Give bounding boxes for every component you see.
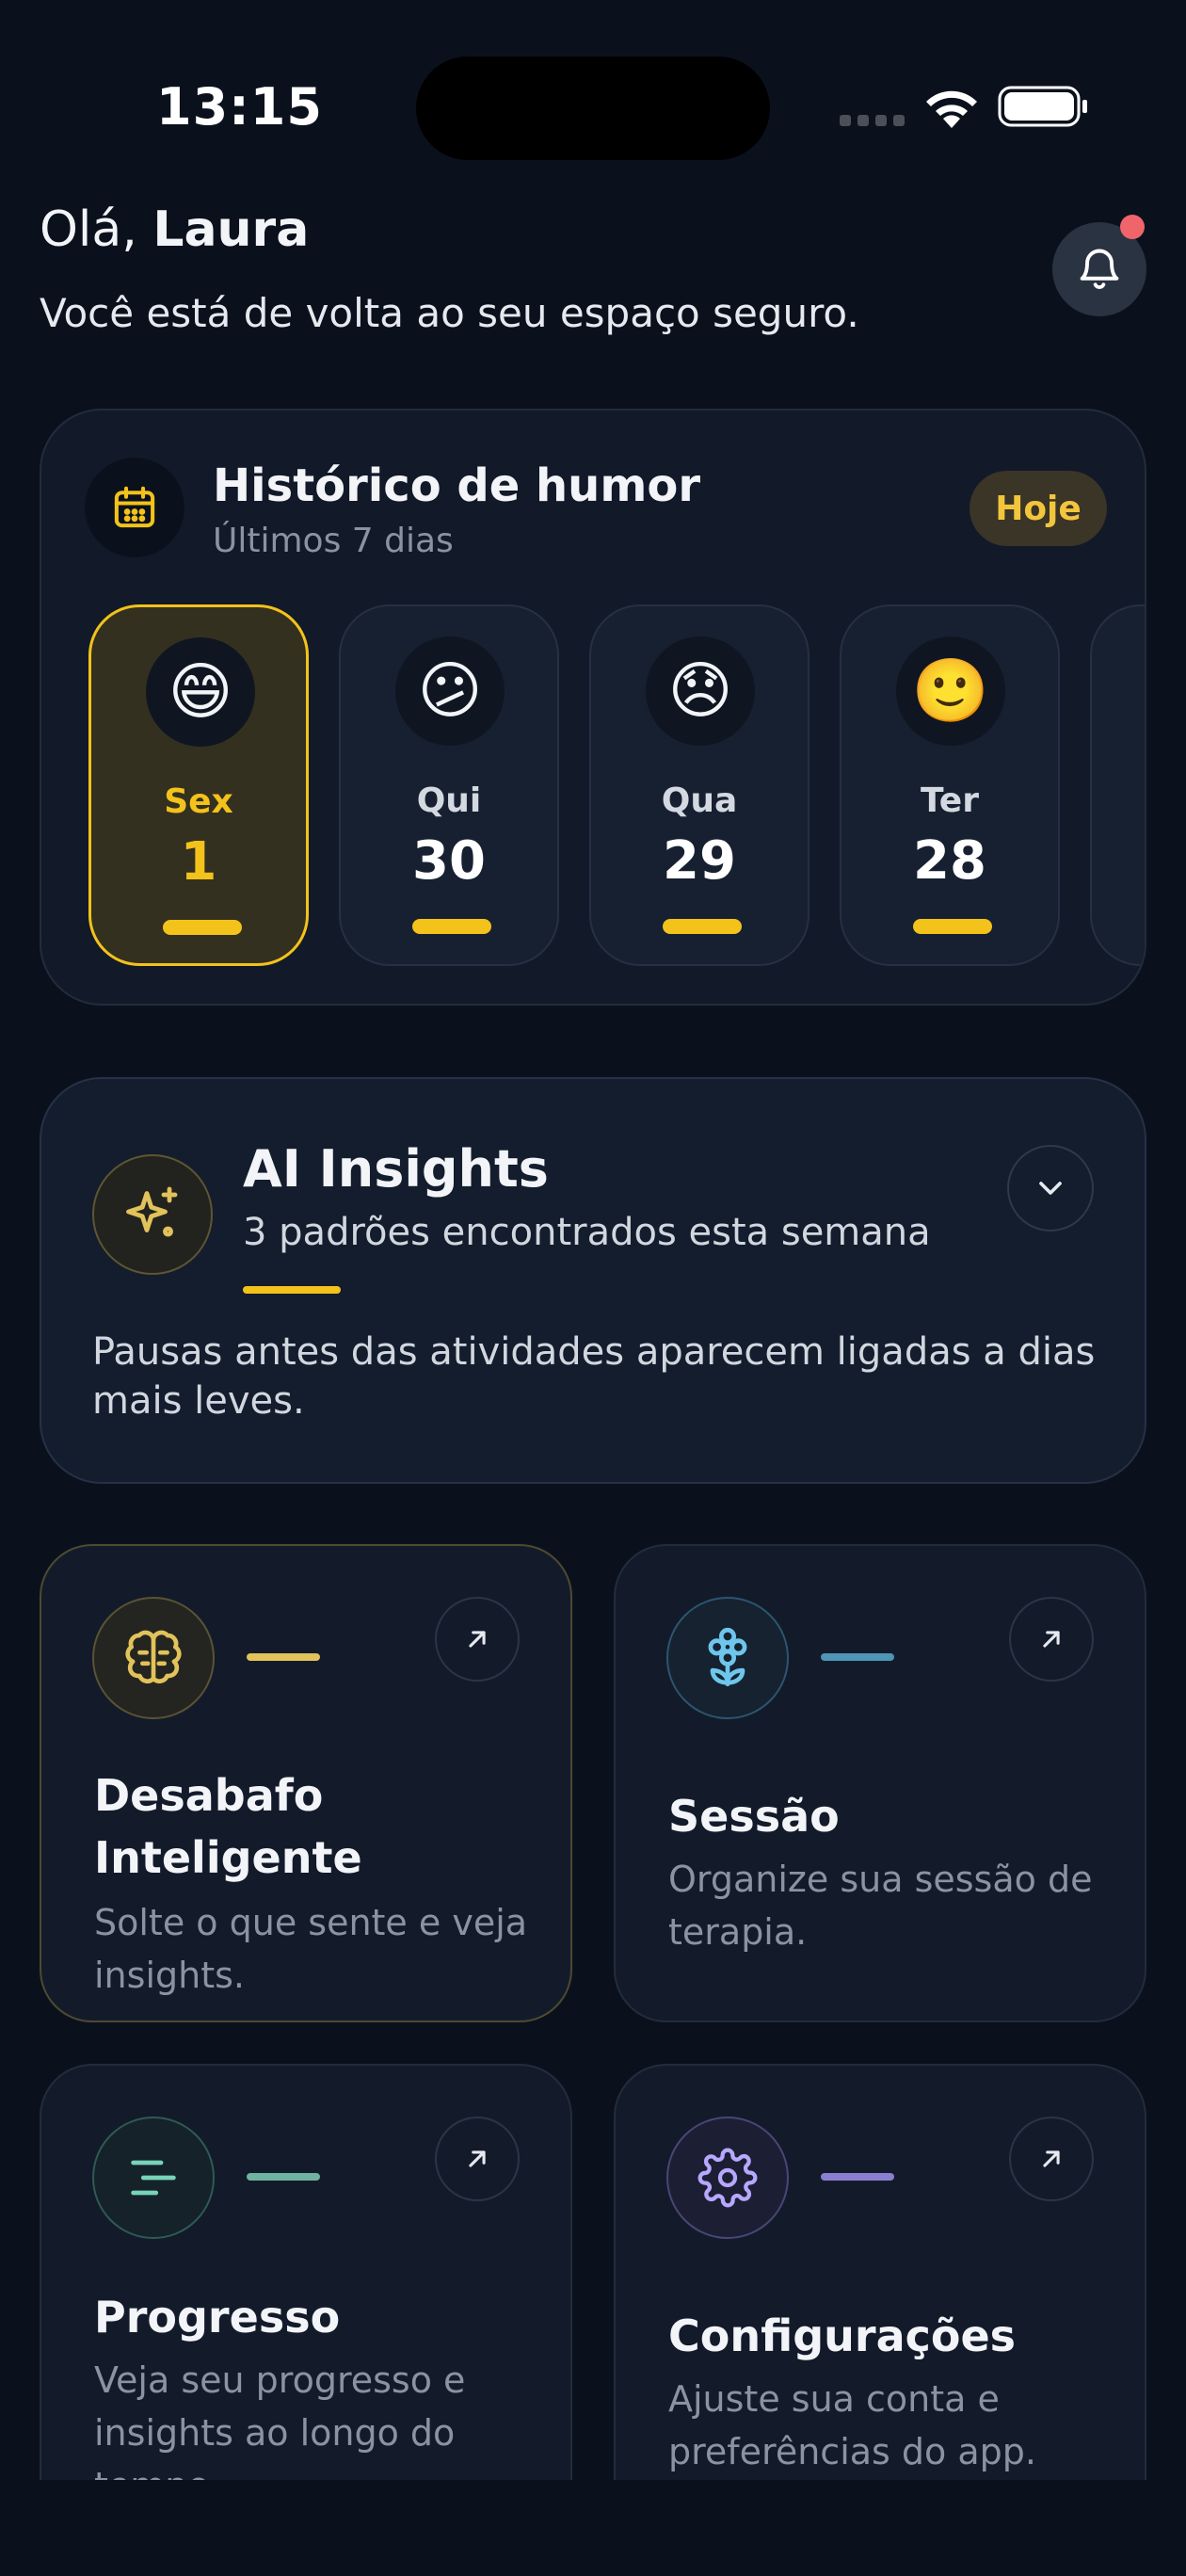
bell-icon xyxy=(1080,249,1119,289)
arrow-up-right-icon xyxy=(469,1631,486,1648)
open-tile-button[interactable] xyxy=(1009,1597,1094,1682)
tile-title: Configurações xyxy=(668,2310,1017,2361)
gear-icon-wrap xyxy=(666,2117,789,2239)
home-screen: 13:15 Olá, Laura Você está de volta ao s… xyxy=(0,0,1186,2576)
open-tile-button[interactable] xyxy=(435,1597,520,1682)
arrow-up-right-icon xyxy=(1043,1631,1060,1648)
status-time: 13:15 xyxy=(156,77,323,137)
brain-icon-wrap xyxy=(92,1597,215,1719)
calendar-icon xyxy=(114,486,155,528)
mood-emoji: 😕 xyxy=(395,636,505,746)
mood-day-card[interactable]: 🙂 Ter 28 xyxy=(840,604,1060,966)
mood-day-date: 1 xyxy=(180,831,217,893)
mood-day-card-partial[interactable] xyxy=(1090,604,1145,966)
mood-level-bar xyxy=(663,919,742,934)
greeting-subtitle: Você está de volta ao seu espaço seguro. xyxy=(40,290,859,336)
dynamic-island xyxy=(416,56,770,160)
ai-insights-card[interactable]: AI Insights 3 padrões encontrados esta s… xyxy=(40,1077,1146,1484)
accent-dash xyxy=(247,1653,320,1661)
flower-icon xyxy=(708,1627,747,1687)
tile-title: Desabafo Inteligente xyxy=(94,1770,362,1883)
greeting-hello: Olá, xyxy=(40,201,137,258)
mood-day-card[interactable]: 😞 Qua 29 xyxy=(589,604,809,966)
mood-day-name: Sex xyxy=(164,782,233,821)
open-tile-button[interactable] xyxy=(1009,2117,1094,2201)
feature-tile-desabafo[interactable]: Desabafo Inteligente Solte o que sente e… xyxy=(40,1544,572,2022)
greeting: Olá, Laura xyxy=(40,201,309,258)
ai-insights-title: AI Insights xyxy=(243,1139,549,1199)
brain-icon xyxy=(125,1630,182,1683)
mood-day-date: 29 xyxy=(663,830,736,892)
mood-emoji: 😞 xyxy=(646,636,755,746)
mood-day-name: Ter xyxy=(921,781,979,820)
progress-lines-icon xyxy=(131,2160,176,2196)
mood-level-bar xyxy=(913,919,992,934)
gear-icon xyxy=(697,2148,758,2208)
mood-level-bar xyxy=(412,919,491,934)
accent-dash xyxy=(821,2173,894,2181)
ai-insights-body: Pausas antes das atividades aparecem lig… xyxy=(92,1330,1096,1423)
mood-day-card[interactable]: 😄 Sex 1 xyxy=(88,604,309,966)
mood-day-name: Qui xyxy=(416,781,482,820)
ai-insights-subtitle: 3 padrões encontrados esta semana xyxy=(243,1211,931,1254)
sparkles-icon xyxy=(126,1186,178,1237)
sparkles-icon-wrap xyxy=(92,1154,213,1275)
mood-history-card: Histórico de humor Últimos 7 dias Hoje 😄… xyxy=(40,409,1146,1006)
mood-day-date: 30 xyxy=(412,830,486,892)
notification-badge xyxy=(1120,215,1145,239)
mood-emoji: 😄 xyxy=(146,637,255,747)
accent-dash xyxy=(247,2173,320,2181)
tile-description: Organize sua sessão de terapia. xyxy=(668,1859,1093,1953)
progress-lines-icon-wrap xyxy=(92,2117,215,2239)
tile-title: Progresso xyxy=(94,2292,341,2343)
expand-insights-button[interactable] xyxy=(1007,1145,1094,1232)
mood-day-date: 28 xyxy=(913,830,986,892)
arrow-up-right-icon xyxy=(1043,2150,1060,2167)
cellular-signal-icon xyxy=(840,115,905,126)
mood-level-bar xyxy=(163,920,242,935)
greeting-name: Laura xyxy=(152,201,310,258)
bottom-safe-area xyxy=(0,2480,1186,2576)
chevron-down-icon xyxy=(1039,1182,1062,1195)
arrow-up-right-icon xyxy=(469,2150,486,2167)
mood-history-title: Histórico de humor xyxy=(213,459,701,512)
mood-day-name: Qua xyxy=(661,781,738,820)
mood-history-subtitle: Últimos 7 dias xyxy=(213,522,454,560)
tile-description: Solte o que sente e veja insights. xyxy=(94,1902,528,1996)
wifi-icon xyxy=(926,90,977,128)
battery-icon xyxy=(998,86,1087,127)
mood-day-card[interactable]: 😕 Qui 30 xyxy=(339,604,559,966)
tile-title: Sessão xyxy=(668,1791,840,1842)
today-button[interactable]: Hoje xyxy=(970,471,1107,546)
open-tile-button[interactable] xyxy=(435,2117,520,2201)
flower-icon-wrap xyxy=(666,1597,789,1719)
mood-emoji: 🙂 xyxy=(896,636,1005,746)
tile-description: Ajuste sua conta e preferências do app. xyxy=(668,2378,1036,2472)
accent-dash xyxy=(821,1653,894,1661)
calendar-icon-wrap xyxy=(85,458,184,557)
ai-insights-underline xyxy=(243,1286,341,1294)
feature-tile-sessao[interactable]: Sessão Organize sua sessão de terapia. xyxy=(614,1544,1146,2022)
